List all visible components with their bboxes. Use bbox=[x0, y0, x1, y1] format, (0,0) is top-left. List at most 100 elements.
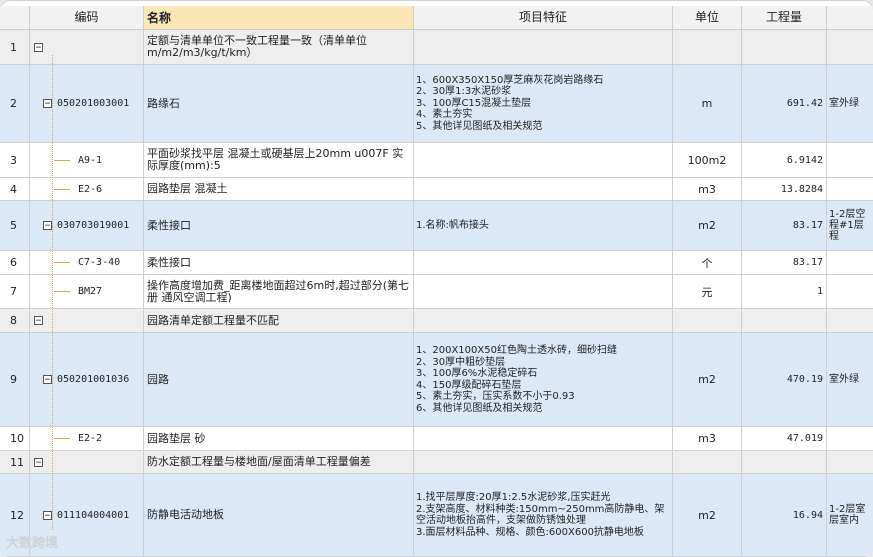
row-code: A9-1 bbox=[78, 154, 103, 166]
row-code-cell[interactable]: E2-2 bbox=[30, 427, 144, 450]
table-window: 编码 名称 项目特征 单位 工程量 1− 定额与清单单位不一致工程量一致（清单单位… bbox=[0, 0, 873, 557]
row-feature bbox=[414, 451, 673, 473]
row-qty: 16.94 bbox=[742, 474, 827, 556]
row-code: E2-6 bbox=[78, 183, 103, 195]
tree-guide-line bbox=[52, 55, 53, 530]
row-code-cell[interactable]: − bbox=[30, 30, 144, 64]
minus-box-icon[interactable]: − bbox=[34, 316, 43, 326]
row-name: 柔性接口 bbox=[144, 251, 414, 274]
row-remark bbox=[827, 143, 873, 177]
header-index bbox=[0, 6, 30, 29]
row-name: 操作高度增加费_距离楼地面超过6m时,超过部分(第七册 通风空调工程) bbox=[144, 275, 414, 308]
row-number: 11 bbox=[0, 451, 30, 473]
row-name: 平面砂浆找平层 混凝土或硬基层上20mm u007F 实际厚度(mm):5 bbox=[144, 143, 414, 177]
header-unit[interactable]: 单位 bbox=[673, 6, 742, 29]
row-remark: 1-2层空 程#1层 程 bbox=[829, 209, 866, 242]
minus-box-icon[interactable]: − bbox=[43, 221, 52, 231]
tree-guide-line bbox=[52, 226, 53, 290]
tree-connector bbox=[54, 188, 70, 190]
row-code-cell[interactable]: − bbox=[30, 309, 144, 332]
row-unit bbox=[673, 309, 742, 332]
row-unit: m3 bbox=[673, 178, 742, 200]
header-qty[interactable]: 工程量 bbox=[742, 6, 827, 29]
row-feature: 1.名称:帆布接头 bbox=[414, 201, 673, 250]
row-name: 防水定额工程量与楼地面/屋面清单工程量偏差 bbox=[144, 451, 414, 473]
tree-connector bbox=[54, 159, 70, 161]
row-number: 2 bbox=[0, 65, 30, 142]
row-remark bbox=[827, 427, 873, 450]
row-name: 柔性接口 bbox=[144, 201, 414, 250]
tree-connector bbox=[54, 438, 70, 439]
group-row[interactable]: 11− 防水定额工程量与楼地面/屋面清单工程量偏差 bbox=[0, 451, 873, 474]
row-unit: 100m2 bbox=[673, 143, 742, 177]
row-qty bbox=[742, 451, 827, 473]
tree-connector bbox=[54, 262, 70, 263]
minus-box-icon[interactable]: − bbox=[43, 510, 52, 520]
row-unit: m2 bbox=[673, 474, 742, 556]
bill-row[interactable]: 5−030703019001 柔性接口 1.名称:帆布接头 m2 83.17 1-2层空 … bbox=[0, 201, 873, 251]
row-name: 防静电活动地板 bbox=[144, 474, 414, 556]
row-qty bbox=[742, 309, 827, 332]
header-feature[interactable]: 项目特征 bbox=[414, 6, 673, 29]
row-code-cell[interactable]: A9-1 bbox=[30, 143, 144, 177]
quota-row[interactable]: 4 E2-6 园路垫层 混凝土 m3 13.8284 bbox=[0, 178, 873, 201]
row-number: 4 bbox=[0, 178, 30, 200]
row-remark bbox=[827, 309, 873, 332]
row-code-cell[interactable]: −050201001036 bbox=[30, 333, 144, 426]
row-qty bbox=[742, 30, 827, 64]
minus-box-icon[interactable]: − bbox=[43, 99, 52, 109]
row-code-cell[interactable]: C7-3-40 bbox=[30, 251, 144, 274]
row-code-cell[interactable]: −050201003001 bbox=[30, 65, 144, 142]
group-row[interactable]: 8− 园路清单定额工程量不匹配 bbox=[0, 309, 873, 333]
row-unit: 元 bbox=[673, 275, 742, 308]
quota-row[interactable]: 3 A9-1 平面砂浆找平层 混凝土或硬基层上20mm u007F 实际厚度(mm)… bbox=[0, 143, 873, 178]
tree-connector bbox=[54, 291, 70, 292]
bill-row[interactable]: 2−050201003001 路缘石 1、600X350X150厚芝麻灰花岗岩路缘石… bbox=[0, 65, 873, 143]
row-unit: m2 bbox=[673, 333, 742, 426]
row-remark: 室外绿 bbox=[829, 98, 859, 109]
row-code-cell[interactable]: −030703019001 bbox=[30, 201, 144, 250]
row-qty: 13.8284 bbox=[742, 178, 827, 200]
row-number: 5 bbox=[0, 201, 30, 250]
row-code: 050201001036 bbox=[57, 374, 130, 385]
row-name: 园路垫层 砂 bbox=[144, 427, 414, 450]
row-unit: m2 bbox=[673, 201, 742, 250]
row-number: 6 bbox=[0, 251, 30, 274]
quota-row[interactable]: 6 C7-3-40 柔性接口 个 83.17 bbox=[0, 251, 873, 275]
row-name: 园路 bbox=[144, 333, 414, 426]
row-remark bbox=[827, 275, 873, 308]
row-feature: 1、600X350X150厚芝麻灰花岗岩路缘石 2、30厚1:3水泥砂浆 3、1… bbox=[414, 65, 673, 142]
row-qty: 47.019 bbox=[742, 427, 827, 450]
row-code: E2-2 bbox=[78, 433, 103, 444]
row-code-cell[interactable]: BM27 bbox=[30, 275, 144, 308]
row-qty: 1 bbox=[742, 275, 827, 308]
bill-row[interactable]: 12−011104004001 防静电活动地板 1.找平层厚度:20厚1:2.5水泥… bbox=[0, 474, 873, 557]
header-name[interactable]: 名称 bbox=[144, 6, 414, 29]
row-name: 园路垫层 混凝土 bbox=[144, 178, 414, 200]
row-number: 10 bbox=[0, 427, 30, 450]
quota-row[interactable]: 7 BM27 操作高度增加费_距离楼地面超过6m时,超过部分(第七册 通风空调工程)… bbox=[0, 275, 873, 309]
row-feature: 1.找平层厚度:20厚1:2.5水泥砂浆,压实赶光 2.支架高度、材料种类:15… bbox=[414, 474, 673, 556]
header-remark[interactable] bbox=[827, 6, 873, 29]
row-qty: 83.17 bbox=[742, 251, 827, 274]
header-code[interactable]: 编码 bbox=[30, 6, 144, 29]
row-code-cell[interactable]: E2-6 bbox=[30, 178, 144, 200]
row-feature: 1、200X100X50红色陶土透水砖，细砂扫缝 2、30厚中粗砂垫层 3、10… bbox=[414, 333, 673, 426]
minus-box-icon[interactable]: − bbox=[34, 42, 43, 52]
row-code-cell[interactable]: − bbox=[30, 451, 144, 473]
row-qty: 83.17 bbox=[742, 201, 827, 250]
minus-box-icon[interactable]: − bbox=[43, 375, 52, 385]
row-remark bbox=[827, 178, 873, 200]
row-feature bbox=[414, 251, 673, 274]
row-unit: 个 bbox=[673, 251, 742, 274]
row-code: 050201003001 bbox=[57, 98, 130, 109]
row-number: 9 bbox=[0, 333, 30, 426]
row-feature bbox=[414, 178, 673, 200]
row-unit bbox=[673, 451, 742, 473]
quota-row[interactable]: 10 E2-2 园路垫层 砂 m3 47.019 bbox=[0, 427, 873, 451]
bill-row[interactable]: 9−050201001036 园路 1、200X100X50红色陶土透水砖，细砂扫缝… bbox=[0, 333, 873, 427]
row-unit: m bbox=[673, 65, 742, 142]
minus-box-icon[interactable]: − bbox=[34, 457, 43, 467]
group-row[interactable]: 1− 定额与清单单位不一致工程量一致（清单单位m/m2/m3/kg/t/km） bbox=[0, 30, 873, 65]
row-code: 011104004001 bbox=[57, 509, 130, 521]
